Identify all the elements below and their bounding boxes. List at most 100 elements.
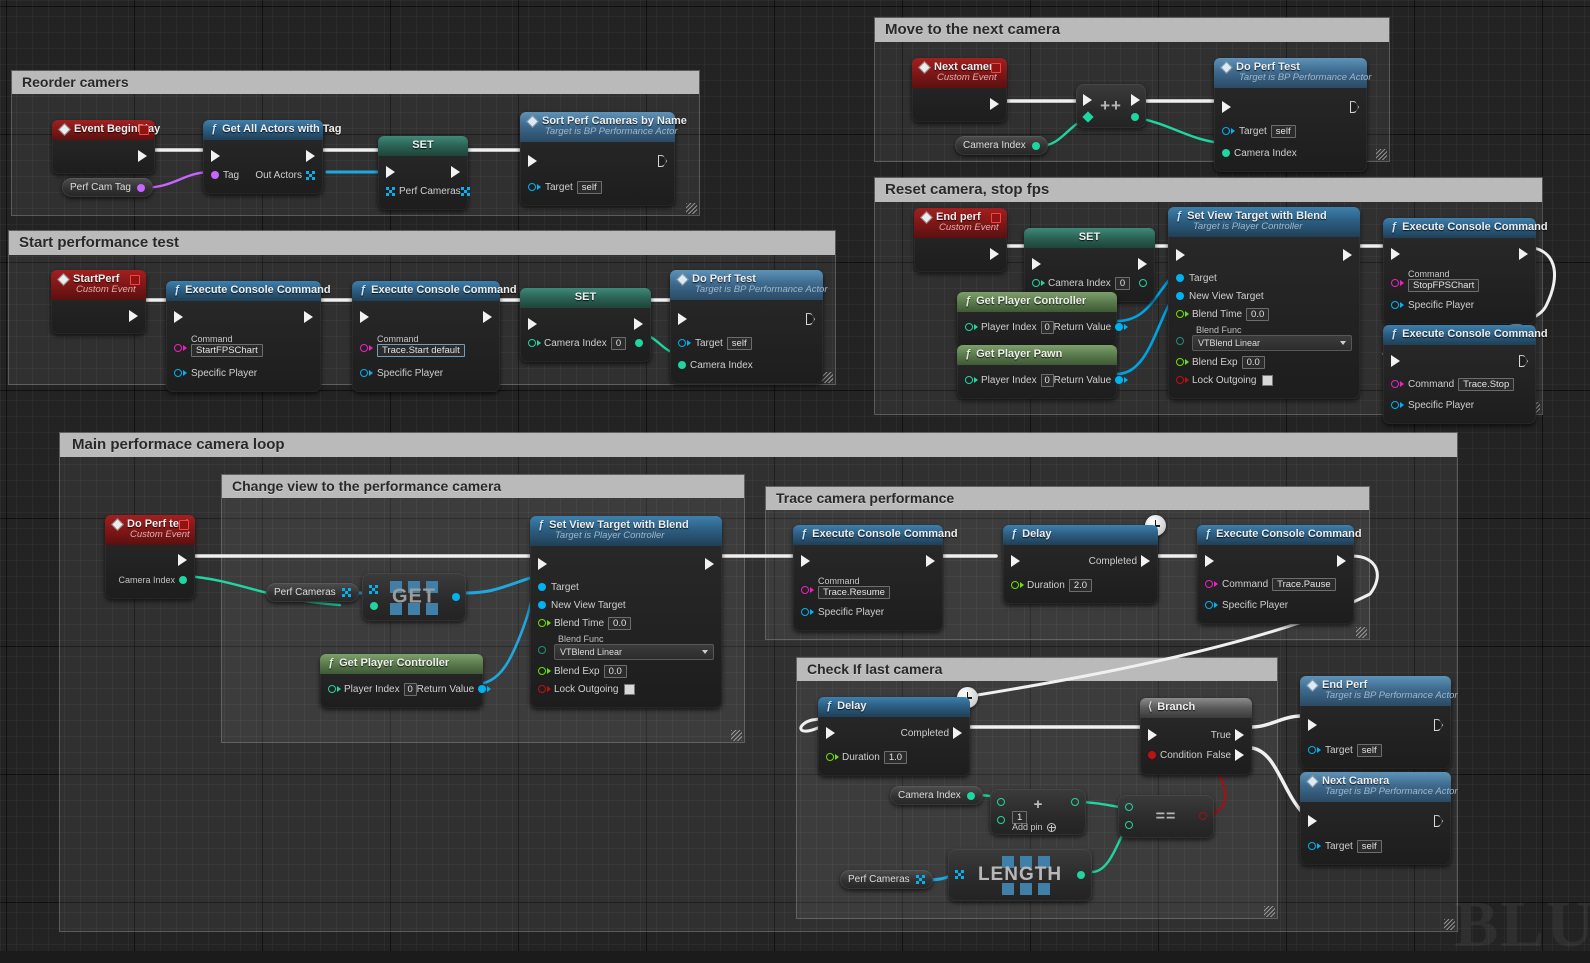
node-var-perf-cameras-check[interactable]: Perf Cameras xyxy=(840,870,933,889)
blend-exp-pin[interactable] xyxy=(538,667,546,676)
exec-out-pin[interactable] xyxy=(705,558,714,571)
camera-index-in-pin[interactable] xyxy=(1222,149,1230,158)
operand-b-pin[interactable] xyxy=(997,816,1005,824)
lock-outgoing-pin[interactable] xyxy=(1176,376,1184,385)
blend-time-value[interactable]: 0.0 xyxy=(608,616,632,630)
resize-handle[interactable] xyxy=(686,203,697,214)
int-out-pin[interactable] xyxy=(966,791,975,800)
command-in-pin[interactable] xyxy=(801,585,809,594)
specific-player-pin[interactable] xyxy=(1391,301,1399,310)
exec-out-pin[interactable] xyxy=(990,98,999,111)
resize-handle[interactable] xyxy=(1376,149,1387,160)
exec-out-pin[interactable] xyxy=(1131,94,1140,106)
command-value[interactable]: Trace.Pause xyxy=(1272,577,1336,591)
node-equals-comparison[interactable]: == xyxy=(1118,795,1214,838)
new-view-target-pin[interactable] xyxy=(538,601,546,610)
blend-func-dropdown[interactable]: VTBlend Linear xyxy=(1192,334,1352,351)
target-in-pin[interactable] xyxy=(1308,842,1316,851)
command-value[interactable]: Trace.Start default xyxy=(377,343,465,357)
exec-in-pin[interactable] xyxy=(174,311,183,324)
node-branch[interactable]: ⟨ Branch True Condition False xyxy=(1140,698,1252,775)
blend-func-dropdown[interactable]: VTBlend Linear xyxy=(554,643,714,660)
completed-out-pin[interactable] xyxy=(953,727,962,740)
exec-in-pin[interactable] xyxy=(1222,101,1231,114)
target-in-pin[interactable] xyxy=(1222,127,1230,136)
lock-outgoing-pin[interactable] xyxy=(538,685,546,694)
exec-in-pin[interactable] xyxy=(826,727,835,740)
operand-b-pin[interactable] xyxy=(1125,821,1133,829)
int-out-pin[interactable] xyxy=(1131,113,1139,121)
command-in-pin[interactable] xyxy=(1391,278,1399,287)
exec-in-pin[interactable] xyxy=(1083,94,1092,106)
length-out-pin[interactable] xyxy=(1077,871,1085,879)
blend-time-pin[interactable] xyxy=(1176,310,1184,319)
exec-out-pin[interactable] xyxy=(1434,815,1443,827)
node-var-camera-index-check[interactable]: Camera Index xyxy=(890,786,983,805)
node-var-perf-cameras-main[interactable]: Perf Cameras xyxy=(266,583,359,602)
exec-out-pin[interactable] xyxy=(1519,248,1528,261)
node-var-perf-cam-tag[interactable]: Perf Cam Tag xyxy=(62,178,153,197)
blend-exp-pin[interactable] xyxy=(1176,358,1184,367)
duration-pin[interactable] xyxy=(1011,581,1019,590)
exec-out-pin[interactable] xyxy=(1350,101,1359,113)
exec-out-pin[interactable] xyxy=(1519,355,1528,367)
node-set-camera-index-start[interactable]: SET Camera Index 0 xyxy=(520,288,651,362)
array-in-pin[interactable] xyxy=(955,870,964,879)
exec-in-pin[interactable] xyxy=(1032,258,1041,271)
exec-out-pin[interactable] xyxy=(990,248,999,261)
node-add-integer[interactable]: + 1 Add pin xyxy=(990,789,1086,835)
node-increment[interactable]: ++ xyxy=(1076,84,1146,128)
exec-in-pin[interactable] xyxy=(538,558,547,571)
perf-cameras-in-pin[interactable] xyxy=(386,186,395,196)
player-index-pin[interactable] xyxy=(965,376,973,385)
node-delay-1-second[interactable]: ƒ Delay Completed Duration 1.0 xyxy=(818,687,978,776)
exec-in-pin[interactable] xyxy=(678,313,687,326)
player-index-pin[interactable] xyxy=(965,323,973,332)
node-set-camera-index-reset[interactable]: SET Camera Index 0 xyxy=(1024,228,1155,302)
resize-handle[interactable] xyxy=(1356,627,1367,638)
node-array-length[interactable]: LENGTH xyxy=(948,849,1092,901)
element-out-pin[interactable] xyxy=(452,593,460,601)
new-view-target-pin[interactable] xyxy=(1176,292,1184,301)
command-value[interactable]: Trace.Resume xyxy=(818,585,890,599)
completed-out-pin[interactable] xyxy=(1141,555,1150,568)
node-execute-console-command-tracestart[interactable]: ƒ Execute Console Command Command Trace.… xyxy=(352,281,517,392)
return-value-pin[interactable] xyxy=(478,685,487,694)
array-out-pin[interactable] xyxy=(341,588,351,597)
node-do-perf-test-next[interactable]: Do Perf Test Target is BP Performance Ac… xyxy=(1214,58,1372,172)
array-in-pin[interactable] xyxy=(369,585,378,594)
command-value[interactable]: Trace.Stop xyxy=(1458,377,1515,391)
node-event-next-camera[interactable]: Next camera Custom Event xyxy=(912,58,1007,122)
exec-in-pin[interactable] xyxy=(1011,555,1020,568)
int-in-pin[interactable] xyxy=(1082,111,1094,123)
camera-index-out-pin[interactable] xyxy=(179,576,187,585)
player-index-value[interactable]: 0 xyxy=(1040,373,1054,387)
target-in-pin[interactable] xyxy=(538,583,546,592)
player-index-pin[interactable] xyxy=(328,685,336,694)
camera-index-value[interactable]: 0 xyxy=(1114,276,1131,290)
node-var-camera-index-next[interactable]: Camera Index xyxy=(955,136,1048,155)
target-in-pin[interactable] xyxy=(1308,746,1316,755)
node-delay-2-seconds[interactable]: ƒ Delay Completed Duration 2.0 xyxy=(1003,515,1166,604)
node-get-array-element[interactable]: GET xyxy=(362,573,466,621)
command-in-pin[interactable] xyxy=(174,343,182,352)
exec-out-pin[interactable] xyxy=(483,311,492,324)
blend-time-pin[interactable] xyxy=(538,619,546,628)
add-pin-button[interactable]: Add pin xyxy=(1012,822,1056,832)
target-value[interactable]: self xyxy=(726,336,752,350)
blueprint-canvas[interactable]: Reorder camers Start performance test Mo… xyxy=(0,0,1590,961)
out-actors-pin[interactable] xyxy=(306,170,315,180)
exec-in-pin[interactable] xyxy=(211,150,220,163)
node-execute-console-command-startfpschart[interactable]: ƒ Execute Console Command Command StartF… xyxy=(166,281,331,392)
camera-index-value[interactable]: 0 xyxy=(610,336,627,350)
exec-out-pin[interactable] xyxy=(306,150,315,163)
exec-in-pin[interactable] xyxy=(1308,719,1317,732)
exec-out-pin[interactable] xyxy=(1337,555,1346,568)
node-next-camera-call[interactable]: Next Camera Target is BP Performance Act… xyxy=(1300,772,1458,865)
target-in-pin[interactable] xyxy=(528,183,536,192)
exec-in-pin[interactable] xyxy=(360,311,369,324)
int-out-pin[interactable] xyxy=(1031,141,1040,150)
specific-player-pin[interactable] xyxy=(174,369,182,378)
node-sort-perf-cameras-by-name[interactable]: Sort Perf Cameras by Name Target is BP P… xyxy=(520,112,687,206)
camera-index-in-pin[interactable] xyxy=(1032,279,1040,288)
